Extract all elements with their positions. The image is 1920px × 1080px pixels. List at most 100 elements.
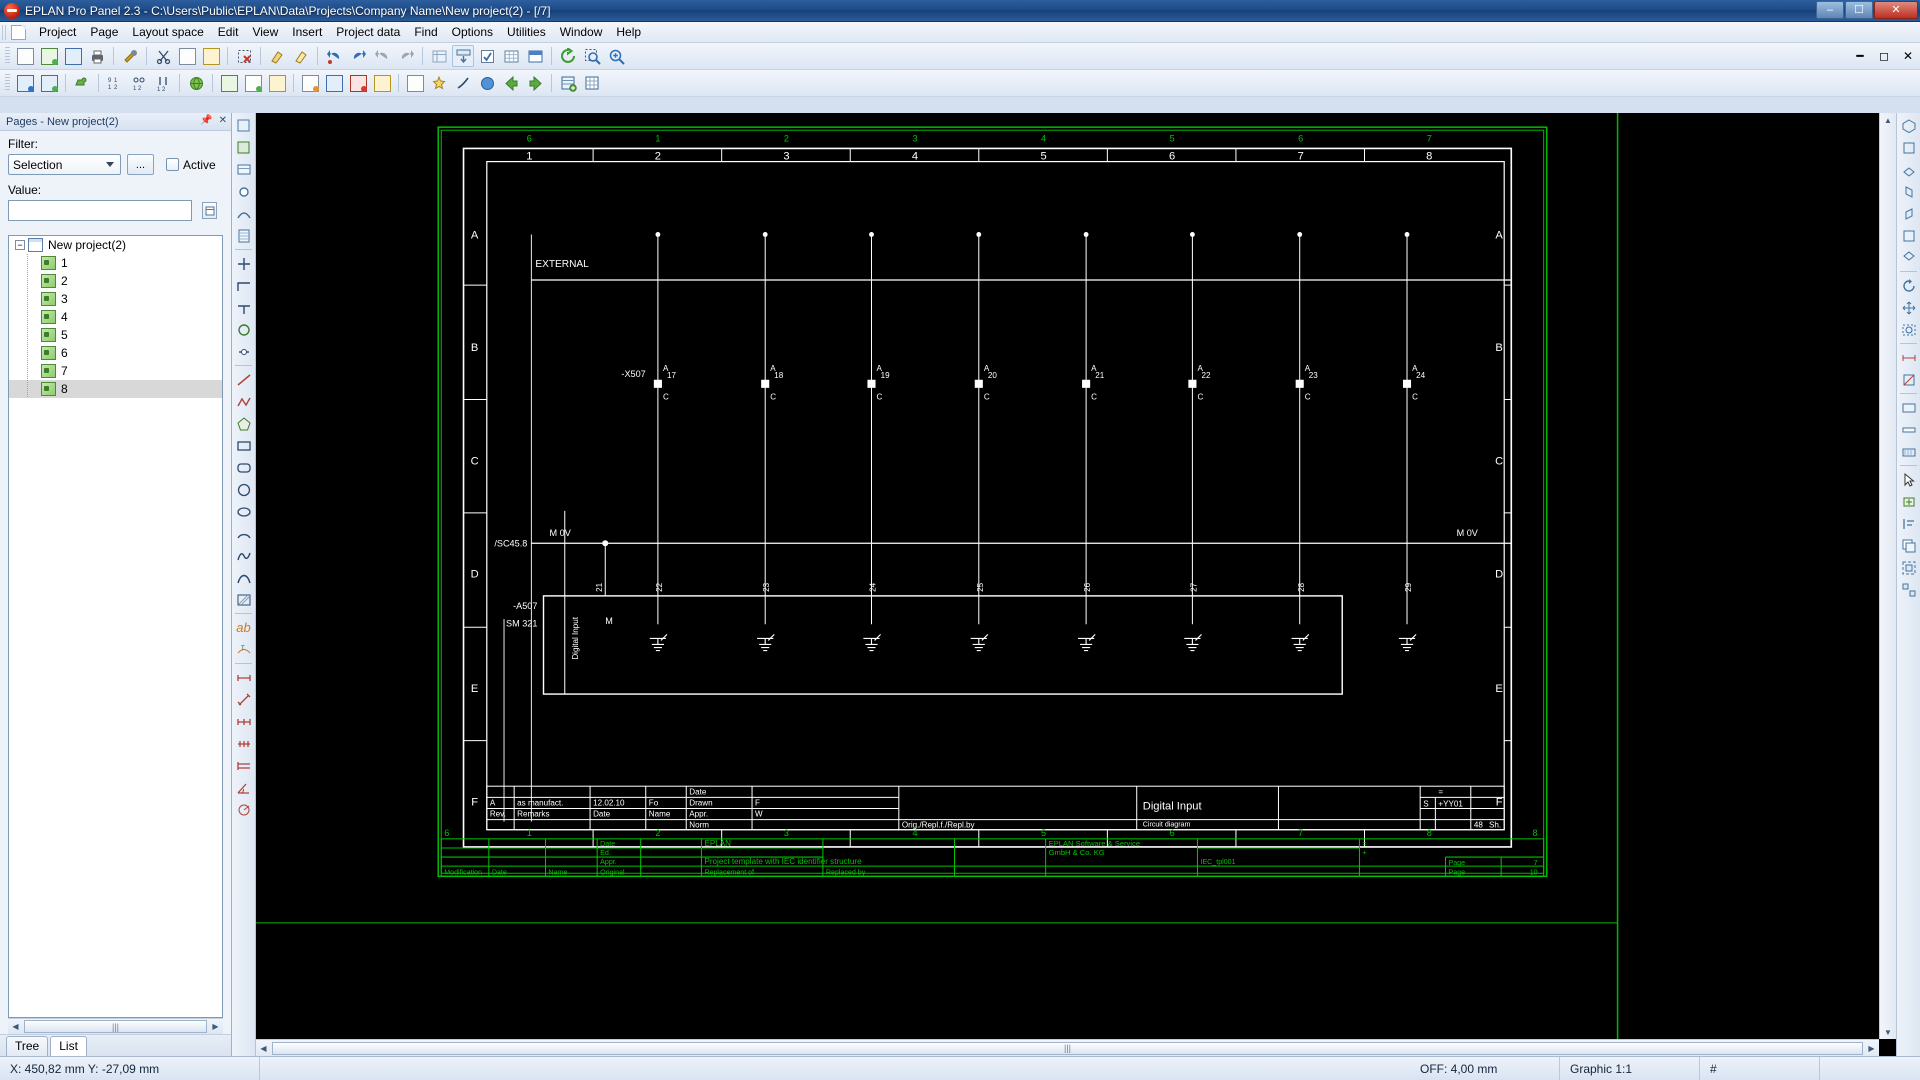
menubar-grip[interactable] xyxy=(2,24,8,40)
view-left-icon[interactable] xyxy=(1898,181,1919,202)
tree-node-page-7[interactable]: 7 xyxy=(9,362,222,380)
interrupt-point-icon[interactable] xyxy=(233,341,254,362)
translate-icon[interactable] xyxy=(185,72,207,94)
align-parts-icon[interactable] xyxy=(1898,513,1919,534)
spline-tool-icon[interactable] xyxy=(233,545,254,566)
active-checkbox[interactable] xyxy=(166,158,179,171)
hatch-tool-icon[interactable] xyxy=(233,589,254,610)
close-button[interactable]: ✕ xyxy=(1874,1,1918,19)
insert-terminal-icon[interactable] xyxy=(233,181,254,202)
dimension-radius-icon[interactable] xyxy=(233,799,254,820)
menu-item-find[interactable]: Find xyxy=(407,23,444,41)
select-3d-icon[interactable] xyxy=(1898,469,1919,490)
new-page-icon[interactable] xyxy=(14,45,36,67)
menu-item-project[interactable]: Project xyxy=(32,23,83,41)
view-bottom-icon[interactable] xyxy=(1898,247,1919,268)
toolbar-overflow-minimize-icon[interactable]: ━ xyxy=(1849,45,1871,67)
redo-list-icon[interactable] xyxy=(395,45,417,67)
parts-db-icon[interactable] xyxy=(557,72,579,94)
toolbar-overflow-close-icon[interactable]: ✕ xyxy=(1897,45,1919,67)
menu-item-layout-space[interactable]: Layout space xyxy=(125,23,210,41)
toolbar-grip[interactable] xyxy=(5,47,10,65)
undo-icon[interactable] xyxy=(323,45,345,67)
pan-view-icon[interactable] xyxy=(1898,297,1919,318)
grid-display-icon[interactable] xyxy=(500,45,522,67)
dimension-baseline-icon[interactable] xyxy=(233,755,254,776)
rounded-rect-tool-icon[interactable] xyxy=(233,457,254,478)
numbering-icon[interactable]: 9112 xyxy=(104,72,126,94)
wizard-icon[interactable] xyxy=(452,72,474,94)
line-tool-icon[interactable] xyxy=(233,369,254,390)
tree-node-page-1[interactable]: 1 xyxy=(9,254,222,272)
tree-node-page-3[interactable]: 3 xyxy=(9,290,222,308)
zoom-in-icon[interactable] xyxy=(605,45,627,67)
view-right-icon[interactable] xyxy=(1898,203,1919,224)
schematic-svg[interactable]: 1 2 3 4 5 6 7 8 A B C D E F A B C D E F … xyxy=(256,113,1896,1045)
tree-node-page-4[interactable]: 4 xyxy=(9,308,222,326)
angle-connection-icon[interactable] xyxy=(233,275,254,296)
measure-icon[interactable] xyxy=(1898,347,1919,368)
menu-item-help[interactable]: Help xyxy=(609,23,648,41)
insert-symbol-icon[interactable] xyxy=(233,137,254,158)
ellipse-tool-icon[interactable] xyxy=(233,501,254,522)
back-icon[interactable] xyxy=(500,72,522,94)
window-controls[interactable]: – ☐ ✕ xyxy=(1816,1,1918,19)
text-tool-icon[interactable]: ab xyxy=(233,617,254,638)
toolbar-grip[interactable] xyxy=(5,74,10,92)
menu-item-view[interactable]: View xyxy=(245,23,285,41)
tree-expander[interactable]: − xyxy=(15,240,25,250)
scroll-thumb[interactable]: ||| xyxy=(24,1020,207,1033)
pin-icon[interactable]: 📌 xyxy=(200,115,212,126)
menu-item-insert[interactable]: Insert xyxy=(285,23,329,41)
select-tool-icon[interactable] xyxy=(233,115,254,136)
undo-list-icon[interactable] xyxy=(371,45,393,67)
filter-settings-button[interactable]: ... xyxy=(127,154,154,175)
tree-node-page-5[interactable]: 5 xyxy=(9,326,222,344)
connection-symbol-icon[interactable] xyxy=(233,253,254,274)
layer-manager-icon[interactable] xyxy=(524,45,546,67)
zoom-window-icon[interactable] xyxy=(581,45,603,67)
scroll-left-icon[interactable]: ◀ xyxy=(8,1020,23,1034)
view-front-icon[interactable] xyxy=(1898,137,1919,158)
align-icon[interactable]: 1 2 xyxy=(152,72,174,94)
pages-panel-header-buttons[interactable]: 📌 ✕ xyxy=(200,115,227,126)
canvas-vscrollbar[interactable]: ▲ ▼ xyxy=(1879,113,1896,1039)
page-star-icon[interactable] xyxy=(371,72,393,94)
arc-tool-icon[interactable] xyxy=(233,523,254,544)
page-navigator-icon[interactable] xyxy=(62,45,84,67)
copy-icon[interactable] xyxy=(176,45,198,67)
mounting-rail-icon[interactable] xyxy=(1898,419,1919,440)
rotate-view-icon[interactable] xyxy=(1898,275,1919,296)
open-project-icon[interactable] xyxy=(38,45,60,67)
pages-tree[interactable]: − New project(2) 1 2 3 4 5 6 7 8 xyxy=(8,235,223,1018)
dimension-linear-icon[interactable] xyxy=(233,667,254,688)
maximize-button[interactable]: ☐ xyxy=(1845,1,1873,19)
redo-icon[interactable] xyxy=(347,45,369,67)
rectangle-tool-icon[interactable] xyxy=(233,435,254,456)
check-box-icon[interactable] xyxy=(476,45,498,67)
mounting-panel-icon[interactable] xyxy=(1898,397,1919,418)
page-delete-icon[interactable] xyxy=(347,72,369,94)
view-top-icon[interactable] xyxy=(1898,159,1919,180)
value-picker-button[interactable] xyxy=(202,202,217,219)
scroll-thumb[interactable]: ||| xyxy=(272,1041,1863,1055)
import-icon[interactable] xyxy=(14,72,36,94)
cut-icon[interactable] xyxy=(152,45,174,67)
save-page-icon[interactable] xyxy=(242,72,264,94)
object-snap-icon[interactable] xyxy=(452,45,474,67)
menu-item-window[interactable]: Window xyxy=(553,23,610,41)
scroll-up-icon[interactable]: ▲ xyxy=(1881,113,1896,127)
filter-select[interactable]: Selection xyxy=(8,154,121,175)
minimize-button[interactable]: – xyxy=(1816,1,1844,19)
zoom-fit-icon[interactable] xyxy=(1898,319,1919,340)
tree-node-page-2[interactable]: 2 xyxy=(9,272,222,290)
place-part-icon[interactable] xyxy=(1898,491,1919,512)
circle-tool-icon[interactable] xyxy=(233,479,254,500)
insert-cable-icon[interactable] xyxy=(233,203,254,224)
menu-item-utilities[interactable]: Utilities xyxy=(500,23,553,41)
sort-icon[interactable]: 1 2 xyxy=(128,72,150,94)
tree-node-page-8[interactable]: 8 xyxy=(9,380,222,398)
toolbar-overflow-restore-icon[interactable]: ◻ xyxy=(1873,45,1895,67)
refresh-icon[interactable] xyxy=(557,45,579,67)
group-icon[interactable] xyxy=(1898,557,1919,578)
